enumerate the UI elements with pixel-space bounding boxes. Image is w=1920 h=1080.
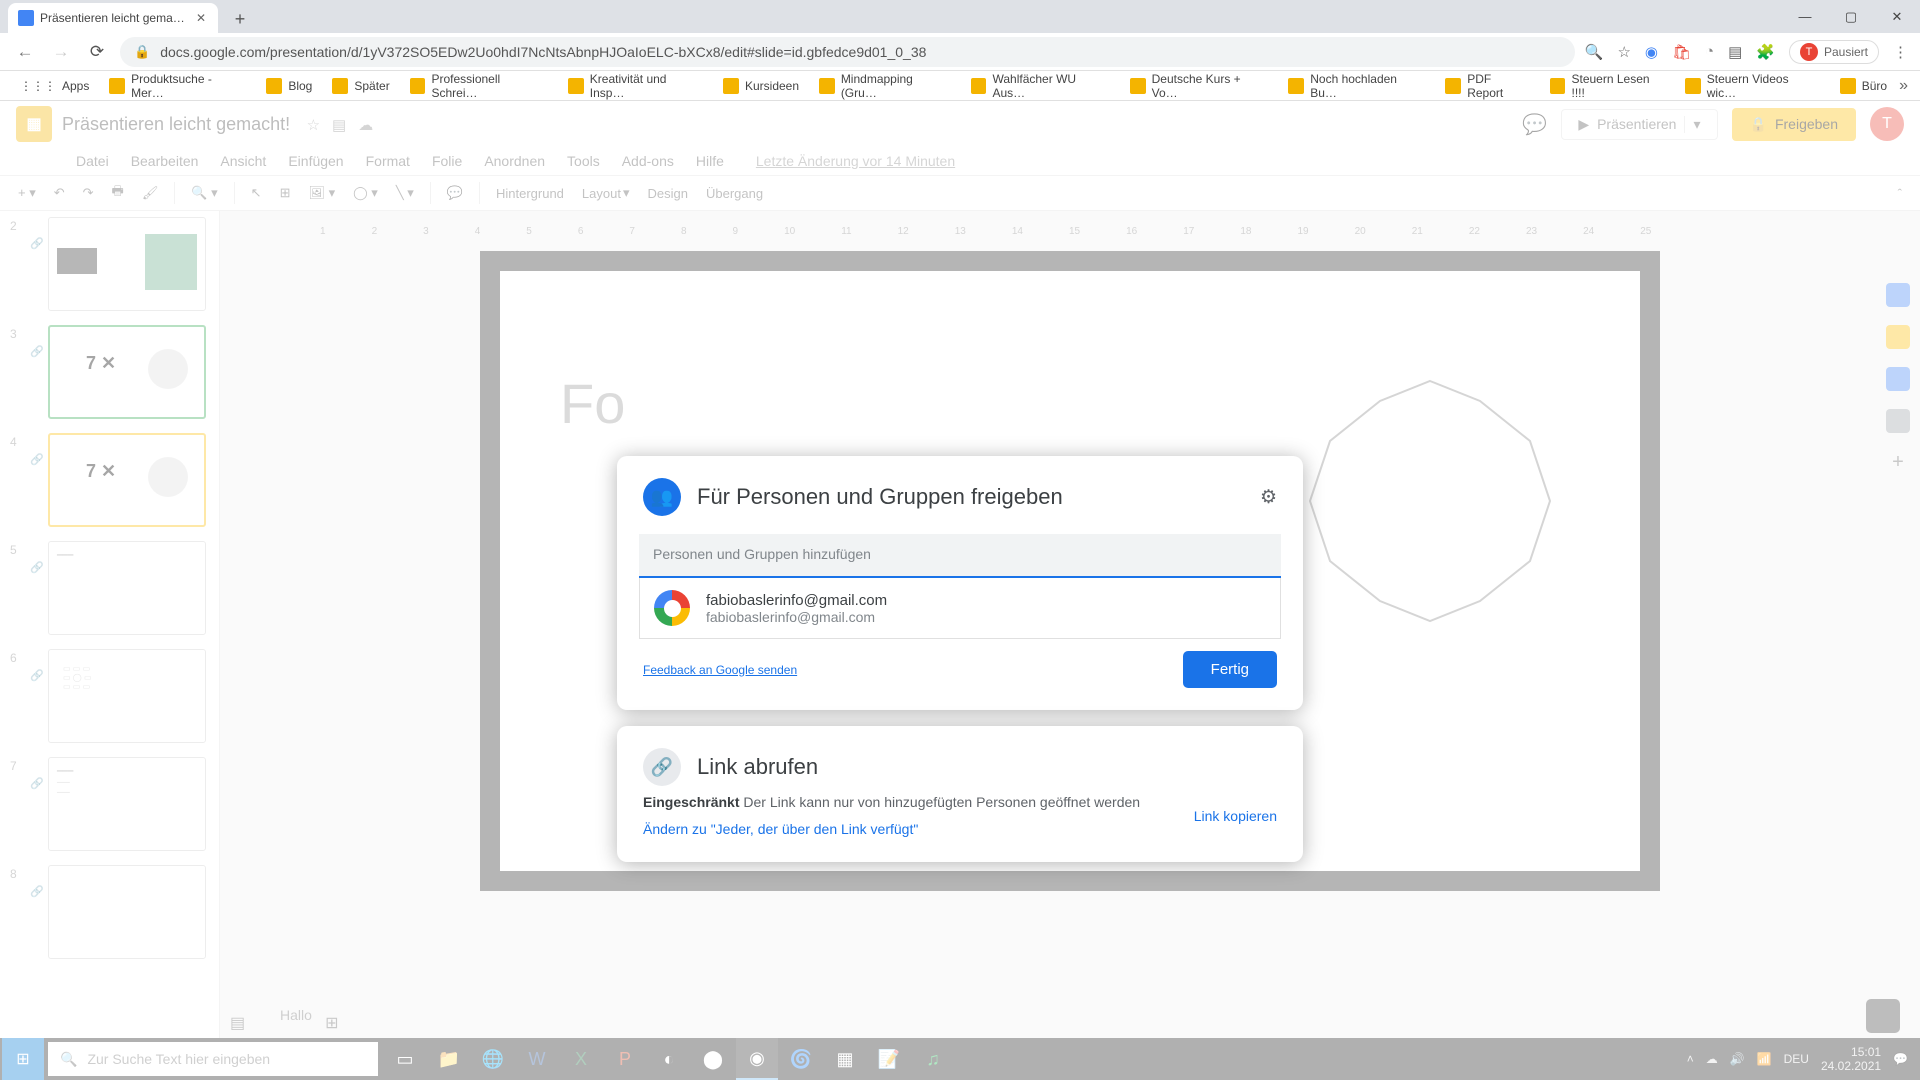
people-input-wrap[interactable]	[639, 534, 1281, 578]
folder-icon	[109, 78, 125, 94]
folder-icon	[1685, 78, 1701, 94]
bookmark-item[interactable]: Professionell Schrei…	[402, 72, 556, 100]
nav-reload-icon[interactable]: ⟳	[84, 42, 110, 62]
folder-icon	[332, 78, 348, 94]
bookmark-item[interactable]: PDF Report	[1437, 72, 1537, 100]
bookmark-item[interactable]: Büro	[1832, 78, 1895, 94]
profile-status: Pausiert	[1824, 45, 1868, 59]
ext-icon-3[interactable]: ◔	[1705, 43, 1714, 60]
folder-icon	[1550, 78, 1566, 94]
folder-icon	[1288, 78, 1304, 94]
folder-icon	[723, 78, 739, 94]
tab-close-icon[interactable]: ✕	[194, 11, 208, 25]
done-button[interactable]: Fertig	[1183, 651, 1277, 688]
bookmark-item[interactable]: Noch hochladen Bu…	[1280, 72, 1433, 100]
google-avatar-icon	[654, 590, 690, 626]
suggestion-name: fabiobaslerinfo@gmail.com	[706, 592, 887, 609]
window-maximize[interactable]: ▢	[1828, 0, 1874, 33]
copy-link-button[interactable]: Link kopieren	[1194, 808, 1277, 824]
bookmark-item[interactable]: Blog	[258, 78, 320, 94]
url-field[interactable]: 🔒 docs.google.com/presentation/d/1yV372S…	[120, 37, 1575, 67]
bookmark-item[interactable]: Mindmapping (Gru…	[811, 72, 959, 100]
suggestion-item[interactable]: fabiobaslerinfo@gmail.com fabiobaslerinf…	[639, 578, 1281, 639]
bookmark-item[interactable]: Kreativität und Insp…	[560, 72, 711, 100]
change-access-link[interactable]: Ändern zu "Jeder, der über den Link verf…	[643, 819, 1174, 840]
window-close[interactable]: ✕	[1874, 0, 1920, 33]
url-text: docs.google.com/presentation/d/1yV372SO5…	[160, 44, 926, 60]
folder-icon	[1445, 78, 1461, 94]
browser-tab[interactable]: Präsentieren leicht gemacht! - G ✕	[8, 3, 218, 33]
extensions-icon[interactable]: 🧩	[1756, 43, 1775, 61]
bookmark-item[interactable]: Kursideen	[715, 78, 807, 94]
share-dialog: 👥 Für Personen und Gruppen freigeben ⚙ f…	[617, 456, 1303, 878]
window-minimize[interactable]: —	[1782, 0, 1828, 33]
window-controls: — ▢ ✕	[1782, 0, 1920, 33]
bookmark-item[interactable]: Wahlfächer WU Aus…	[963, 72, 1118, 100]
suggestion-email: fabiobaslerinfo@gmail.com	[706, 609, 887, 625]
apps-button[interactable]: ⋮⋮⋮Apps	[12, 79, 97, 93]
get-link-card: 🔗 Link abrufen Eingeschränkt Der Link ka…	[617, 726, 1303, 862]
bookmark-star-icon[interactable]: ☆	[1617, 43, 1630, 61]
link-title: Link abrufen	[697, 754, 1277, 780]
nav-forward-icon[interactable]: →	[48, 42, 74, 62]
address-icons: 🔍 ☆ ◉ 🛍 ◔ ▤ 🧩 T Pausiert ⋮	[1585, 40, 1908, 64]
bookmark-item[interactable]: Steuern Lesen !!!!	[1542, 72, 1673, 100]
bookmark-item[interactable]: Später	[324, 78, 397, 94]
tab-title: Präsentieren leicht gemacht! - G	[40, 11, 188, 25]
tab-favicon	[18, 10, 34, 26]
slides-app: ▦ Präsentieren leicht gemacht! ☆ ▤ ☁ 💬 ▶…	[0, 101, 1920, 1080]
nav-back-icon[interactable]: ←	[12, 42, 38, 62]
folder-icon	[1840, 78, 1856, 94]
ext-icon-4[interactable]: ▤	[1728, 43, 1742, 61]
folder-icon	[971, 78, 987, 94]
folder-icon	[410, 78, 426, 94]
people-input[interactable]	[653, 546, 1267, 562]
browser-tabstrip: Präsentieren leicht gemacht! - G ✕ + — ▢…	[0, 0, 1920, 33]
gear-icon[interactable]: ⚙	[1260, 486, 1277, 509]
apps-icon: ⋮⋮⋮	[20, 79, 56, 93]
kebab-menu-icon[interactable]: ⋮	[1893, 43, 1908, 61]
link-description: Eingeschränkt Der Link kann nur von hinz…	[643, 792, 1174, 840]
zoom-icon[interactable]: 🔍	[1585, 43, 1604, 61]
bookmarks-bar: ⋮⋮⋮Apps Produktsuche - Mer… Blog Später …	[0, 71, 1920, 101]
lock-icon: 🔒	[134, 44, 150, 60]
folder-icon	[1130, 78, 1146, 94]
feedback-link[interactable]: Feedback an Google senden	[643, 663, 797, 677]
folder-icon	[568, 78, 584, 94]
link-icon: 🔗	[643, 748, 681, 786]
share-people-icon: 👥	[643, 478, 681, 516]
share-people-card: 👥 Für Personen und Gruppen freigeben ⚙ f…	[617, 456, 1303, 710]
new-tab-button[interactable]: +	[226, 5, 254, 33]
ext-icon-1[interactable]: ◉	[1645, 43, 1658, 61]
bookmark-overflow-icon[interactable]: »	[1899, 77, 1908, 95]
profile-chip[interactable]: T Pausiert	[1789, 40, 1879, 64]
profile-avatar: T	[1800, 43, 1818, 61]
share-title: Für Personen und Gruppen freigeben	[697, 484, 1244, 510]
ext-icon-2[interactable]: 🛍	[1672, 43, 1691, 61]
folder-icon	[266, 78, 282, 94]
bookmark-item[interactable]: Steuern Videos wic…	[1677, 72, 1828, 100]
bookmark-item[interactable]: Produktsuche - Mer…	[101, 72, 254, 100]
folder-icon	[819, 78, 835, 94]
bookmark-item[interactable]: Deutsche Kurs + Vo…	[1122, 72, 1277, 100]
address-bar: ← → ⟳ 🔒 docs.google.com/presentation/d/1…	[0, 33, 1920, 71]
